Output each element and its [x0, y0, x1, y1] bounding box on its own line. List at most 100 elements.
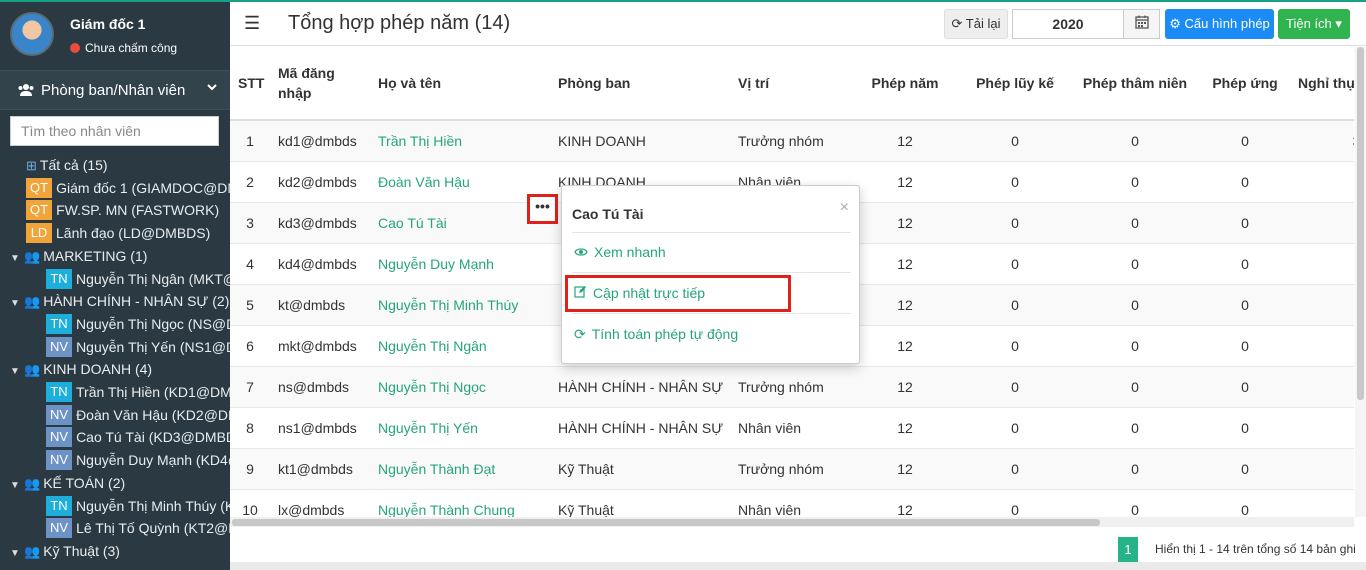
caret-down-icon[interactable]: ▼ — [10, 543, 24, 565]
table-cell[interactable]: Nguyễn Thị Minh Thúy — [370, 283, 550, 325]
column-header[interactable]: Phép thâm niên — [1070, 47, 1200, 121]
tree-employee[interactable]: TNTrần Thị Hiền (KD1@DMBDS) — [46, 381, 230, 403]
employee-name-link[interactable]: Nguyễn Thành Đạt — [378, 461, 495, 477]
column-header[interactable]: STT — [230, 47, 270, 121]
table-cell[interactable]: Nguyễn Thị Yến — [370, 406, 550, 448]
table-row[interactable]: 8 ns1@dmbds Nguyễn Thị Yến HÀNH CHÍNH - NHÂ… — [230, 406, 1354, 448]
table-cell: 2 — [230, 160, 270, 202]
tree-group[interactable]: ▼ 👥 KẾ TOÁN (2) — [10, 472, 125, 494]
cell-value: Trưởng nhóm — [738, 460, 824, 477]
column-header[interactable]: Mã đăng nhập — [270, 47, 370, 121]
table-cell[interactable]: Nguyễn Thành Chung — [370, 488, 550, 517]
menu-toggle-icon[interactable]: ☰ — [244, 13, 260, 34]
table-cell[interactable]: Trần Thị Hiền — [370, 119, 550, 161]
column-header[interactable]: Phép ứng — [1200, 47, 1290, 121]
column-header[interactable]: Phép lũy kế — [960, 47, 1070, 121]
table-cell: 8 — [230, 406, 270, 448]
employee-name-link[interactable]: Đoàn Văn Hậu — [378, 174, 470, 190]
tree-item-label: Nguyễn Thị Ngọc (NS@DMBDS) — [76, 315, 230, 332]
tree-employee[interactable]: NVLê Thị Tố Quỳnh (KT2@DMBDS) — [46, 517, 230, 539]
employee-name-link[interactable]: Nguyễn Thị Ngọc — [378, 379, 486, 395]
table-cell: 0 — [1070, 365, 1200, 407]
scroll-thumb[interactable] — [1357, 47, 1364, 400]
scroll-thumb[interactable] — [232, 519, 1100, 526]
table-row[interactable]: 10 lx@dmbds Nguyễn Thành Chung Kỹ Thuật Nhân… — [230, 488, 1354, 517]
column-header[interactable]: Vị trí — [730, 47, 850, 121]
table-cell: 0 — [1290, 406, 1354, 448]
employee-name-link[interactable]: Trần Thị Hiền — [378, 133, 462, 149]
employee-name-link[interactable]: Nguyễn Duy Mạnh — [378, 256, 494, 272]
tree-all[interactable]: ⊞ Tất cả (15) — [26, 154, 108, 176]
tree-item-label: Giám đốc 1 (GIAMDOC@DMBDS) — [56, 179, 230, 196]
tree-employee[interactable]: NVNguyễn Duy Mạnh (KD4@DMBDS) — [46, 449, 230, 471]
user-status: Chưa chấm công — [70, 41, 177, 55]
table-cell[interactable]: Cao Tú Tài — [370, 201, 550, 243]
table-cell: 12 — [850, 324, 960, 366]
config-leave-button[interactable]: ⚙ Cấu hình phép — [1165, 9, 1274, 39]
table-row[interactable]: 9 kt1@dmbds Nguyễn Thành Đạt Kỹ Thuật Trưởng… — [230, 447, 1354, 489]
column-header[interactable]: Phòng ban — [550, 47, 730, 121]
tree-group[interactable]: ▼ 👥 KINH DOANH (4) — [10, 358, 152, 380]
tree-employee[interactable]: NVCao Tú Tài (KD3@DMBDS) — [46, 426, 230, 448]
table-cell: 0 — [960, 119, 1070, 161]
quick-view-link[interactable]: Xem nhanh — [574, 244, 666, 260]
cell-value: 0 — [1011, 214, 1019, 231]
employee-name-link[interactable]: Nguyễn Thị Minh Thúy — [378, 297, 518, 313]
column-header[interactable]: Phép năm — [850, 47, 960, 121]
tree-employee[interactable]: QTGiám đốc 1 (GIAMDOC@DMBDS) — [26, 177, 230, 199]
table-cell[interactable]: Nguyễn Thị Ngọc — [370, 365, 550, 407]
tree-group[interactable]: ▼ 👥 Kỹ Thuật (3) — [10, 540, 120, 562]
caret-down-icon[interactable]: ▼ — [10, 293, 24, 315]
employee-name-link[interactable]: Nguyễn Thị Ngân — [378, 338, 487, 354]
tree-employee[interactable]: TNNguyễn Thị Minh Thúy (KT@DMBDS) — [46, 495, 230, 517]
tree-employee[interactable]: LD Lãnh đạo (LD@DMBDS) — [26, 222, 210, 244]
employee-name-link[interactable]: Nguyễn Thị Yến — [378, 420, 478, 436]
caret-down-icon[interactable]: ▼ — [10, 475, 24, 497]
employee-name-link[interactable]: Nguyễn Thành Chung — [378, 502, 515, 517]
table-cell[interactable]: Nguyễn Thành Đạt — [370, 447, 550, 489]
table-cell: kt1@dmbds — [270, 447, 370, 489]
cell-value: 0 — [1131, 337, 1139, 354]
department-section-header[interactable]: Phòng ban/Nhân viên — [0, 70, 230, 110]
tree-employee[interactable]: TNNguyễn Thị Ngọc (NS@DMBDS) — [46, 313, 230, 335]
caret-down-icon[interactable]: ▼ — [10, 361, 24, 383]
tree-employee[interactable]: NVNguyễn Thị Yến (NS1@DMBDS) — [46, 336, 230, 358]
group-icon: 👥 — [24, 248, 41, 264]
tree-group[interactable]: ▼ 👥 HÀNH CHÍNH - NHÂN SỰ (2) — [10, 290, 229, 312]
year-input[interactable] — [1012, 9, 1124, 39]
tree-employee[interactable]: TNNguyễn Thị Ngân (MKT@DMBDS) — [46, 268, 230, 290]
cell-value: 0 — [1241, 501, 1249, 517]
column-header[interactable]: Nghỉ thực tế — [1290, 47, 1354, 121]
table-cell: 0 — [1200, 406, 1290, 448]
column-header[interactable]: Họ và tên — [370, 47, 550, 121]
table-cell[interactable]: Đoàn Văn Hậu — [370, 160, 550, 202]
pagination-page-1[interactable]: 1 — [1118, 537, 1138, 562]
table-cell[interactable]: Nguyễn Duy Mạnh — [370, 242, 550, 284]
cell-value: 0 — [1131, 255, 1139, 272]
calendar-icon[interactable] — [1123, 9, 1160, 39]
table-row[interactable]: 1 kd1@dmbds Trần Thị Hiền KINH DOANH Trưởng … — [230, 119, 1354, 161]
table-cell: mkt@dmbds — [270, 324, 370, 366]
table-cell: Kỹ Thuật — [550, 447, 730, 489]
tree-employee[interactable]: QT FW.SP. MN (FASTWORK) — [26, 199, 219, 221]
avatar[interactable] — [10, 12, 54, 56]
vertical-scrollbar[interactable] — [1355, 47, 1366, 517]
caret-down-icon[interactable]: ▼ — [10, 248, 24, 270]
table-cell[interactable]: Nguyễn Thị Ngân — [370, 324, 550, 366]
table-row[interactable]: 7 ns@dmbds Nguyễn Thị Ngọc HÀNH CHÍNH - NHÂ… — [230, 365, 1354, 407]
utility-dropdown-button[interactable]: Tiện ích ▾ — [1278, 9, 1350, 39]
employee-name-link[interactable]: Cao Tú Tài — [378, 215, 447, 231]
reload-button[interactable]: ⟳ Tải lại — [944, 9, 1008, 39]
user-name[interactable]: Giám đốc 1 — [70, 16, 145, 32]
horizontal-scrollbar[interactable] — [230, 517, 1354, 527]
tree-group[interactable]: ▼ 👥 MARKETING (1) — [10, 245, 147, 267]
employee-search-input[interactable] — [10, 116, 219, 146]
tree-employee[interactable]: NVĐoàn Văn Hậu (KD2@DMBDS) — [46, 404, 230, 426]
auto-calc-link[interactable]: ⟳ Tính toán phép tự động — [574, 326, 738, 343]
close-icon[interactable]: × — [840, 199, 849, 217]
table-cell: 7 — [230, 365, 270, 407]
row-actions-button[interactable]: ••• — [527, 194, 558, 224]
table-cell: 0 — [960, 160, 1070, 202]
cell-value: Nhân viên — [738, 419, 802, 436]
cell-value: kd4@dmbds — [278, 255, 357, 272]
